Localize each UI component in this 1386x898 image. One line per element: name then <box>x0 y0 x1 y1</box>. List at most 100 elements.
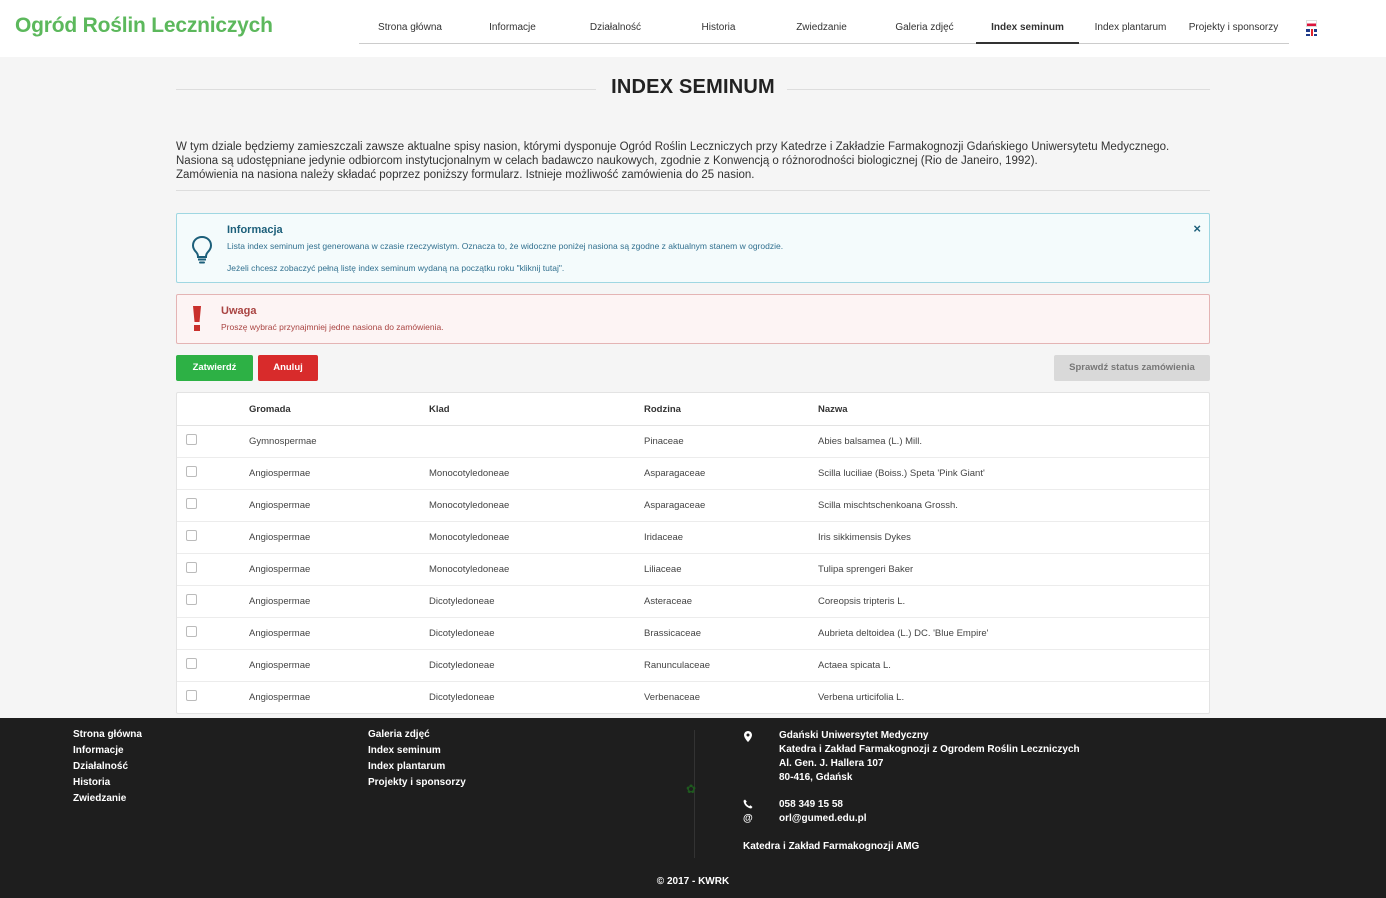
cell-nazwa: Actaea spicata L. <box>818 660 891 671</box>
nav-item-zwiedzanie[interactable]: Zwiedzanie <box>770 13 873 44</box>
address-line: Al. Gen. J. Hallera 107 <box>779 758 884 769</box>
footer-link-galeria[interactable]: Galeria zdjęć <box>368 729 430 740</box>
cell-rodzina: Asparagaceae <box>644 468 706 479</box>
row-checkbox[interactable] <box>186 530 197 541</box>
cell-rodzina: Asteraceae <box>644 596 693 607</box>
info-alert-text: Lista index seminum jest generowana w cz… <box>227 241 784 251</box>
intro-line: Nasiona są udostępniane jedynie odbiorco… <box>176 155 1038 167</box>
polish-flag-icon[interactable] <box>1306 20 1317 27</box>
cell-gromada: Angiospermae <box>249 468 311 479</box>
cell-klad: Monocotyledoneae <box>429 468 510 479</box>
lightbulb-icon <box>191 235 213 264</box>
site-header: Ogród Roślin Leczniczych Strona główna I… <box>0 0 1386 57</box>
cell-klad: Dicotyledoneae <box>429 692 495 703</box>
row-checkbox[interactable] <box>186 434 197 445</box>
copyright: © 2017 - KWRK <box>656 876 730 887</box>
nav-item-strona-glowna[interactable]: Strona główna <box>359 13 461 44</box>
column-header-rodzina[interactable]: Rodzina <box>644 404 681 415</box>
nav-item-galeria[interactable]: Galeria zdjęć <box>873 13 976 44</box>
column-header-gromada[interactable]: Gromada <box>249 404 291 415</box>
cell-rodzina: Asparagaceae <box>644 500 706 511</box>
cell-nazwa: Coreopsis tripteris L. <box>818 596 906 607</box>
row-checkbox[interactable] <box>186 562 197 573</box>
cell-klad: Dicotyledoneae <box>429 660 495 671</box>
row-checkbox[interactable] <box>186 594 197 605</box>
table-row: Angiospermae Monocotyledoneae Iridaceae … <box>177 522 1209 554</box>
map-marker-icon <box>744 731 752 745</box>
title-divider-right <box>787 89 1210 90</box>
info-alert: Informacja Lista index seminum jest gene… <box>176 213 1210 283</box>
row-checkbox[interactable] <box>186 690 197 701</box>
table-row: Angiospermae Dicotyledoneae Ranunculacea… <box>177 650 1209 682</box>
cell-gromada: Angiospermae <box>249 532 311 543</box>
cell-nazwa: Verbena urticifolia L. <box>818 692 905 703</box>
nav-item-dzialalnosc[interactable]: Działalność <box>564 13 667 44</box>
check-order-status-button[interactable]: Sprawdź status zamówienia <box>1054 355 1210 381</box>
cell-klad: Monocotyledoneae <box>429 532 510 543</box>
nav-item-informacje[interactable]: Informacje <box>461 13 564 44</box>
cell-rodzina: Pinaceae <box>644 436 684 447</box>
footer-address: Gdański Uniwersytet Medyczny Katedra i Z… <box>779 729 1080 785</box>
cell-gromada: Gymnospermae <box>249 436 317 447</box>
footer-link-strona-glowna[interactable]: Strona główna <box>73 729 142 740</box>
address-line: Katedra i Zakład Farmakognozji z Ogrodem… <box>779 744 1080 755</box>
cell-gromada: Angiospermae <box>249 660 311 671</box>
site-footer: Strona główna Informacje Działalność His… <box>0 718 1386 898</box>
cell-gromada: Angiospermae <box>249 628 311 639</box>
cell-gromada: Angiospermae <box>249 564 311 575</box>
cell-nazwa: Iris sikkimensis Dykes <box>818 532 911 543</box>
table-header: Gromada Klad Rodzina Nazwa <box>177 393 1209 426</box>
cell-rodzina: Brassicaceae <box>644 628 702 639</box>
cell-rodzina: Ranunculaceae <box>644 660 711 671</box>
cell-nazwa: Aubrieta deltoidea (L.) DC. 'Blue Empire… <box>818 628 989 639</box>
table-row: Angiospermae Dicotyledoneae Asteraceae C… <box>177 586 1209 618</box>
footer-link-index-seminum[interactable]: Index seminum <box>368 745 441 756</box>
footer-link-projekty[interactable]: Projekty i sponsorzy <box>368 777 466 788</box>
intro-line: W tym dziale będziemy zamieszczali zawsz… <box>176 141 1170 153</box>
row-checkbox[interactable] <box>186 658 197 669</box>
row-checkbox[interactable] <box>186 498 197 509</box>
info-alert-link[interactable]: Jeżeli chcesz zobaczyć pełną listę index… <box>227 263 564 273</box>
nav-item-historia[interactable]: Historia <box>667 13 770 44</box>
row-checkbox[interactable] <box>186 466 197 477</box>
cell-rodzina: Iridaceae <box>644 532 684 543</box>
cell-klad: Dicotyledoneae <box>429 628 495 639</box>
footer-link-zwiedzanie[interactable]: Zwiedzanie <box>73 793 126 804</box>
site-logo-text[interactable]: Ogród Roślin Leczniczych <box>15 14 273 38</box>
nav-item-index-plantarum[interactable]: Index plantarum <box>1079 13 1182 44</box>
row-checkbox[interactable] <box>186 626 197 637</box>
footer-link-historia[interactable]: Historia <box>73 777 110 788</box>
nav-item-projekty[interactable]: Projekty i sponsorzy <box>1182 13 1285 44</box>
cancel-button[interactable]: Anuluj <box>258 355 318 381</box>
warning-alert-text: Proszę wybrać przynajmniej jedne nasiona… <box>221 322 444 332</box>
confirm-button[interactable]: Zatwierdź <box>176 355 253 381</box>
table-row: Angiospermae Monocotyledoneae Liliaceae … <box>177 554 1209 586</box>
phone-icon <box>743 799 753 812</box>
footer-link-informacje[interactable]: Informacje <box>73 745 124 756</box>
table-row: Angiospermae Dicotyledoneae Verbenaceae … <box>177 682 1209 713</box>
footer-phone[interactable]: 058 349 15 58 <box>779 798 843 812</box>
intro-divider <box>176 190 1210 191</box>
table-row: Angiospermae Monocotyledoneae Asparagace… <box>177 458 1209 490</box>
footer-department: Katedra i Zakład Farmakognozji AMG <box>743 841 920 852</box>
cell-rodzina: Verbenaceae <box>644 692 700 703</box>
english-flag-icon[interactable] <box>1306 29 1317 36</box>
page-title-block: INDEX SEMINUM <box>176 76 1210 104</box>
exclamation-icon <box>193 306 201 331</box>
table-row: Gymnospermae Pinaceae Abies balsamea (L.… <box>177 426 1209 458</box>
nav-item-index-seminum[interactable]: Index seminum <box>976 13 1079 44</box>
warning-alert-title: Uwaga <box>221 305 257 317</box>
table-row: Angiospermae Dicotyledoneae Brassicaceae… <box>177 618 1209 650</box>
table-row: Angiospermae Monocotyledoneae Asparagace… <box>177 490 1209 522</box>
close-icon[interactable]: × <box>1193 221 1201 236</box>
column-header-nazwa[interactable]: Nazwa <box>818 404 848 415</box>
cell-nazwa: Scilla mischtschenkoana Grossh. <box>818 500 958 511</box>
leaf-icon: ✿ <box>686 782 697 796</box>
column-header-klad[interactable]: Klad <box>429 404 450 415</box>
cell-gromada: Angiospermae <box>249 692 311 703</box>
intro-text: W tym dziale będziemy zamieszczali zawsz… <box>176 140 1210 182</box>
footer-link-dzialalnosc[interactable]: Działalność <box>73 761 128 772</box>
footer-link-index-plantarum[interactable]: Index plantarum <box>368 761 445 772</box>
footer-email[interactable]: orl@gumed.edu.pl <box>779 812 867 826</box>
cell-gromada: Angiospermae <box>249 500 311 511</box>
